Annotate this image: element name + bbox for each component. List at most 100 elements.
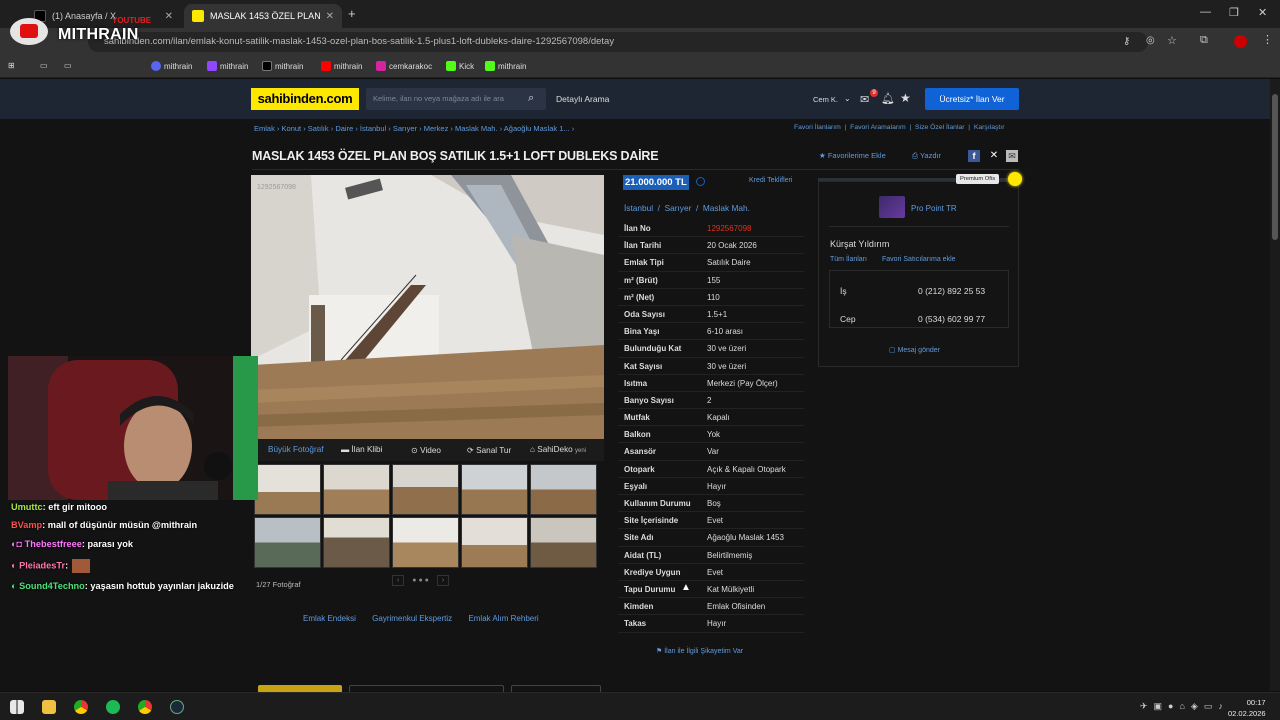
office-name[interactable]: Pro Point TR bbox=[911, 204, 957, 213]
thumbnail[interactable] bbox=[392, 464, 459, 515]
bookmark-mithrain[interactable]: mithrain bbox=[207, 61, 248, 71]
info-icon[interactable] bbox=[696, 177, 705, 186]
detail-key: Balkon bbox=[624, 430, 651, 440]
location-city[interactable]: İstanbul bbox=[624, 203, 653, 213]
folder-icon[interactable]: ▭ bbox=[64, 61, 72, 70]
thumbnail[interactable] bbox=[392, 517, 459, 568]
free-ad-button[interactable]: Ücretsiz* İlan Ver bbox=[925, 88, 1019, 110]
breadcrumb-item[interactable]: Konut bbox=[282, 124, 302, 133]
mail-icon[interactable]: ✉ bbox=[1006, 150, 1018, 162]
ekspertiz-link[interactable]: Gayrimenkul Ekspertiz bbox=[372, 614, 452, 623]
kick-icon bbox=[446, 61, 456, 71]
chevron-down-icon[interactable]: ⌄ bbox=[844, 94, 851, 103]
clock[interactable]: 00:17 02.02.2026 bbox=[1228, 697, 1266, 719]
site-logo[interactable]: sahibinden.com bbox=[251, 88, 359, 110]
facebook-icon[interactable]: f bbox=[968, 150, 980, 162]
bookmark-mithrain[interactable]: mithrain bbox=[151, 61, 192, 71]
breadcrumb: Emlak › Konut › Satılık › Daire › İstanb… bbox=[254, 124, 575, 133]
breadcrumb-item[interactable]: İstanbul bbox=[360, 124, 386, 133]
tab-ad-clip[interactable]: ▬ İlan Klibi bbox=[341, 445, 382, 454]
all-ads-link[interactable]: Tüm İlanları bbox=[830, 256, 867, 263]
overlay-small-text: YOUTUBE bbox=[112, 16, 152, 25]
thumbnail[interactable] bbox=[254, 464, 321, 515]
tray-icons[interactable]: ✈▣●⌂◈▭♪ bbox=[1140, 701, 1229, 712]
favorite-ads-link[interactable]: Favori İlanlarım bbox=[794, 124, 841, 131]
mail-icon[interactable]: ✉ bbox=[860, 93, 869, 106]
search-input[interactable]: Kelime, ilan no veya mağaza adı ile ara bbox=[366, 88, 546, 110]
chat-message: ◐◘ Thebestfreee: parası yok bbox=[11, 539, 133, 549]
extensions-icon[interactable]: ⧉ bbox=[1200, 34, 1208, 47]
scrollbar-thumb[interactable] bbox=[1272, 94, 1278, 240]
tab-sahibinden[interactable]: MASLAK 1453 ÖZEL PLAN BOŞ SATILIK 1.5+1 … bbox=[184, 4, 342, 28]
thumbnail[interactable] bbox=[323, 464, 390, 515]
x-icon[interactable]: ✕ bbox=[988, 150, 1000, 162]
bell-icon[interactable]: 🔔︎ bbox=[881, 92, 895, 105]
chrome-icon[interactable] bbox=[74, 700, 88, 714]
breadcrumb-item[interactable]: Emlak bbox=[254, 124, 275, 133]
hide-icon[interactable]: ◎ bbox=[1146, 35, 1155, 46]
breadcrumb-item[interactable]: Ağaoğlu Maslak 1... bbox=[504, 124, 570, 133]
folder-icon[interactable]: ▭ bbox=[40, 61, 48, 70]
profile-avatar[interactable] bbox=[1234, 35, 1247, 48]
thumbnail[interactable] bbox=[530, 464, 597, 515]
main-photo[interactable]: 1292567098 bbox=[251, 175, 604, 439]
instagram-icon bbox=[376, 61, 386, 71]
breadcrumb-item[interactable]: Maslak Mah. bbox=[455, 124, 498, 133]
bookmark-kick[interactable]: Kick bbox=[446, 61, 474, 71]
breadcrumb-item[interactable]: Sarıyer bbox=[393, 124, 417, 133]
emlak-endeksi-link[interactable]: Emlak Endeksi bbox=[303, 614, 356, 623]
close-window-icon[interactable]: ✕ bbox=[1258, 6, 1267, 19]
complaint-link[interactable]: ⚑ İlan ile İlgili Şikayetim Var bbox=[656, 647, 743, 655]
thumbnail[interactable] bbox=[461, 517, 528, 568]
new-tab-button[interactable]: + bbox=[348, 6, 356, 21]
thumbnail[interactable] bbox=[530, 517, 597, 568]
favorite-button[interactable]: ★ Favorilerime Ekle bbox=[819, 151, 886, 160]
chevron-left-icon[interactable]: ‹ bbox=[392, 575, 405, 586]
advanced-search-link[interactable]: Detaylı Arama bbox=[556, 94, 609, 104]
special-ads-link[interactable]: Size Özel İlanlar bbox=[915, 124, 965, 131]
detail-value: 2 bbox=[707, 395, 712, 405]
minimize-icon[interactable]: — bbox=[1200, 6, 1211, 18]
steam-icon[interactable] bbox=[170, 700, 184, 714]
compare-link[interactable]: Karşılaştır bbox=[974, 124, 1005, 131]
location-district[interactable]: Sarıyer bbox=[665, 203, 692, 213]
print-button[interactable]: ⎙ Yazdır bbox=[912, 151, 941, 161]
spotify-icon[interactable] bbox=[106, 700, 120, 714]
fav-seller-link[interactable]: Favori Satıcılarıma ekle bbox=[882, 256, 956, 263]
breadcrumb-item[interactable]: Satılık bbox=[308, 124, 329, 133]
bookmark-mithrain[interactable]: mithrain bbox=[485, 61, 526, 71]
bookmark-mithrain[interactable]: mithrain bbox=[321, 61, 362, 71]
send-message-button[interactable]: ▢ Mesaj gönder bbox=[889, 346, 940, 354]
search-icon[interactable]: ⌕ bbox=[528, 92, 534, 105]
chrome-icon[interactable] bbox=[138, 700, 152, 714]
star-icon[interactable]: ★ bbox=[900, 91, 911, 105]
bookmark-mithrain[interactable]: mithrain bbox=[262, 61, 303, 71]
tab-video[interactable]: ⊙ Video bbox=[411, 445, 441, 455]
thumbnail[interactable] bbox=[461, 464, 528, 515]
tab-virtual-tour[interactable]: ⟳ Sanal Tur bbox=[467, 445, 511, 455]
breadcrumb-item[interactable]: Merkez bbox=[424, 124, 449, 133]
star-icon[interactable]: ☆ bbox=[1167, 34, 1177, 47]
close-icon[interactable]: ✕ bbox=[326, 11, 334, 22]
thumbnail[interactable] bbox=[323, 517, 390, 568]
loan-offers-link[interactable]: Kredi Teklifleri bbox=[749, 177, 792, 184]
address-bar[interactable]: sahibinden.com/ilan/emlak-konut-satilik-… bbox=[88, 32, 1148, 52]
message-icon: ▢ bbox=[889, 347, 898, 354]
tab-sahideko[interactable]: ⌂ SahiDeko yeni bbox=[530, 445, 586, 454]
key-icon[interactable]: ⚷ bbox=[1123, 36, 1130, 47]
chevron-right-icon[interactable]: › bbox=[436, 575, 450, 586]
favorite-searches-link[interactable]: Favori Aramalarım bbox=[850, 124, 906, 131]
breadcrumb-item[interactable]: Daire bbox=[335, 124, 353, 133]
file-explorer-icon[interactable] bbox=[42, 700, 56, 714]
apps-icon[interactable]: ⊞ bbox=[8, 61, 15, 70]
bookmark-cemkarakoc[interactable]: cemkarakoc bbox=[376, 61, 432, 71]
menu-icon[interactable]: ⋮ bbox=[1262, 33, 1273, 46]
user-menu[interactable]: Cem K. bbox=[813, 95, 838, 104]
location-neighborhood[interactable]: Maslak Mah. bbox=[703, 203, 750, 213]
alim-rehberi-link[interactable]: Emlak Alım Rehberi bbox=[468, 614, 538, 623]
detail-key: İlan Tarihi bbox=[624, 241, 662, 251]
restore-icon[interactable]: ❐ bbox=[1229, 6, 1239, 19]
tab-big-photo[interactable]: Büyük Fotoğraf bbox=[268, 445, 324, 454]
windows-start-icon[interactable] bbox=[10, 700, 24, 714]
thumbnail[interactable] bbox=[254, 517, 321, 568]
